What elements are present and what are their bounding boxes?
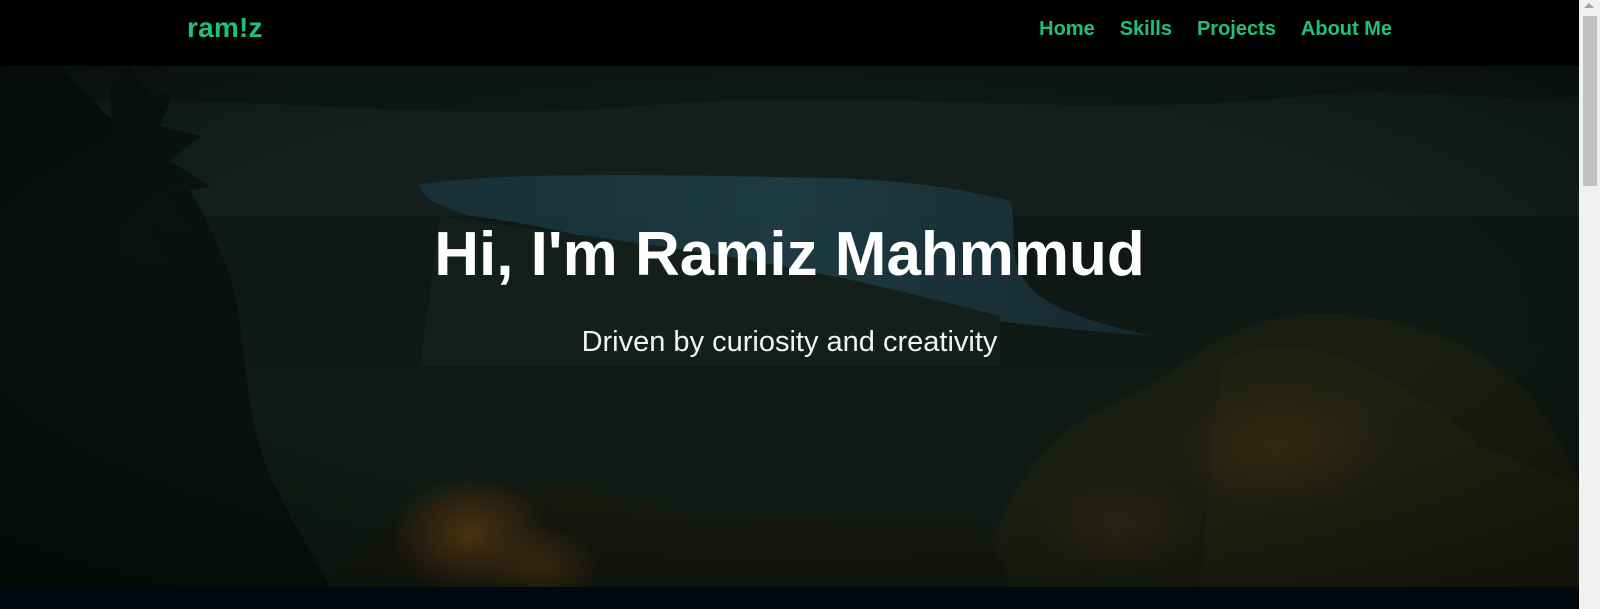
- navbar: ram!z Home Skills Projects About Me: [0, 0, 1579, 66]
- nav-item-projects: Projects: [1197, 18, 1276, 41]
- hero-subtitle: Driven by curiosity and creativity: [581, 326, 998, 358]
- nav-link-home[interactable]: Home: [1039, 18, 1095, 40]
- page: ram!z Home Skills Projects About Me Hi, …: [0, 0, 1600, 609]
- hero-section: Hi, I'm Ramiz Mahmmud Driven by curiosit…: [0, 66, 1579, 587]
- nav-link-about-me[interactable]: About Me: [1301, 18, 1392, 40]
- scrollbar[interactable]: [1579, 0, 1600, 609]
- nav-item-home: Home: [1039, 18, 1095, 41]
- brand-logo[interactable]: ram!z: [187, 12, 263, 44]
- hero-title: Hi, I'm Ramiz Mahmmud: [434, 220, 1145, 289]
- nav-links: Home Skills Projects About Me: [1039, 18, 1392, 41]
- next-section: [0, 587, 1579, 609]
- nav-link-projects[interactable]: Projects: [1197, 18, 1276, 40]
- scrollbar-thumb[interactable]: [1583, 16, 1597, 186]
- nav-item-skills: Skills: [1120, 18, 1172, 41]
- triangle-up-icon[interactable]: [1584, 3, 1594, 8]
- nav-item-about-me: About Me: [1301, 18, 1392, 41]
- nav-link-skills[interactable]: Skills: [1120, 18, 1172, 40]
- hero-content: Hi, I'm Ramiz Mahmmud Driven by curiosit…: [0, 66, 1579, 587]
